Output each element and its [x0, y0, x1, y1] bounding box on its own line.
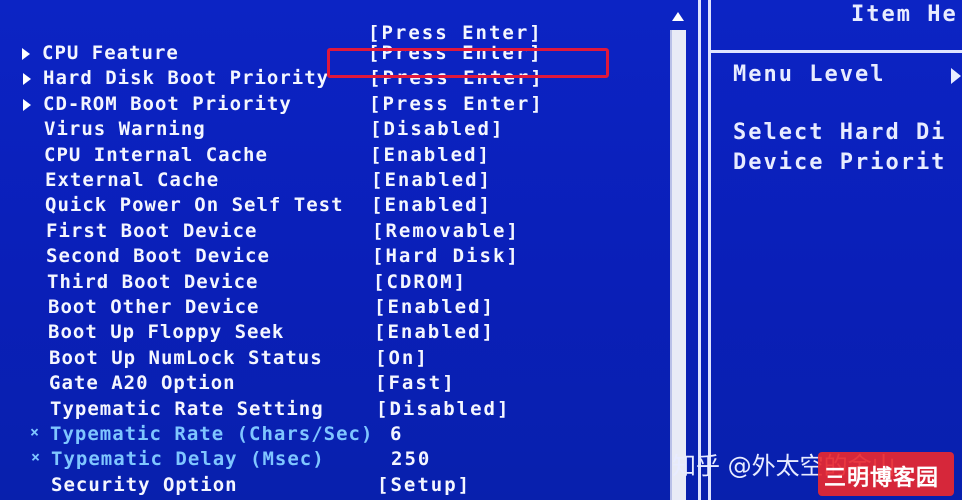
x-mark-icon: ×: [30, 423, 40, 441]
menu-row-value[interactable]: [Enabled]: [371, 194, 492, 216]
menu-row-label: Security Option: [51, 474, 238, 496]
menu-panel: [Press Enter] CPU Feature [Press Enter] Ha…: [4, 0, 701, 500]
menu-row[interactable]: Second Boot Device [Hard Disk]: [26, 245, 666, 269]
scrollbar[interactable]: [670, 30, 686, 500]
menu-row-value[interactable]: [Enabled]: [370, 144, 491, 166]
menu-row-value[interactable]: [Setup]: [377, 474, 471, 496]
help-text-line: Select Hard Di: [733, 120, 947, 145]
menu-row[interactable]: Typematic Rate Setting [Disabled]: [30, 398, 670, 422]
menu-row-label: Typematic Rate (Chars/Sec): [50, 423, 374, 445]
menu-row-value[interactable]: [Disabled]: [370, 118, 504, 140]
menu-row-value[interactable]: [Fast]: [375, 372, 456, 394]
menu-row[interactable]: Gate A20 Option [Fast]: [29, 372, 669, 396]
menu-row-value[interactable]: [Press Enter]: [369, 93, 544, 115]
menu-row[interactable]: Boot Other Device [Enabled]: [28, 296, 668, 320]
x-mark-icon: ×: [31, 448, 41, 466]
menu-row[interactable]: Third Boot Device [CDROM]: [27, 271, 667, 295]
selected-item-highlight: [327, 48, 609, 78]
menu-row[interactable]: Virus Warning [Disabled]: [24, 118, 664, 142]
menu-row-label: Boot Up Floppy Seek: [48, 321, 285, 343]
menu-row-value: [Press Enter]: [368, 22, 543, 44]
menu-row-label: CPU Internal Cache: [44, 144, 268, 166]
menu-row-label: Gate A20 Option: [49, 372, 236, 394]
menu-row[interactable]: × Typematic Rate (Chars/Sec) 6: [30, 423, 670, 447]
menu-row-label: Typematic Rate Setting: [50, 398, 324, 420]
help-title: Item He: [851, 2, 958, 27]
menu-row-label: External Cache: [45, 169, 220, 191]
menu-row-value[interactable]: [Hard Disk]: [372, 245, 520, 267]
submenu-arrow-icon: [23, 99, 31, 111]
menu-row[interactable]: Security Option [Setup]: [31, 474, 671, 498]
menu-row[interactable]: External Cache [Enabled]: [25, 169, 665, 193]
menu-row-value[interactable]: 250: [391, 448, 431, 470]
menu-row[interactable]: Quick Power On Self Test [Enabled]: [25, 194, 665, 218]
menu-row-label: CPU Feature: [42, 42, 179, 64]
menu-row-label: Quick Power On Self Test: [45, 194, 344, 216]
menu-row-label: Third Boot Device: [47, 271, 259, 293]
help-text-line: Device Priorit: [733, 150, 947, 175]
menu-row-value[interactable]: [Enabled]: [371, 169, 492, 191]
menu-row-label: CD-ROM Boot Priority: [43, 93, 292, 115]
menu-row[interactable]: First Boot Device [Removable]: [26, 220, 666, 244]
submenu-arrow-icon: [23, 73, 31, 85]
menu-level-arrow-icon: [951, 68, 961, 84]
menu-row-label: Hard Disk Boot Priority: [43, 67, 330, 89]
menu-row[interactable]: CD-ROM Boot Priority [Press Enter]: [23, 93, 663, 117]
menu-row-value[interactable]: [Removable]: [372, 220, 520, 242]
menu-row-label: Second Boot Device: [46, 245, 270, 267]
watermark-badge: 三明博客园: [818, 452, 954, 496]
bios-screen: [Press Enter] CPU Feature [Press Enter] Ha…: [0, 0, 962, 500]
menu-row[interactable]: Boot Up Floppy Seek [Enabled]: [28, 321, 668, 345]
help-panel: Item He Menu Level Select Hard Di Device…: [708, 0, 962, 500]
watermark-badge-text: 三明博客园: [824, 466, 940, 491]
menu-row-value[interactable]: [Enabled]: [374, 296, 495, 318]
menu-row-label: Virus Warning: [44, 118, 206, 140]
menu-row[interactable]: CPU Internal Cache [Enabled]: [24, 144, 664, 168]
menu-row-label: Typematic Delay (Msec): [51, 448, 325, 470]
menu-row-label: First Boot Device: [46, 220, 258, 242]
menu-row-value[interactable]: 6: [390, 423, 403, 445]
menu-row[interactable]: Boot Up NumLock Status [On]: [29, 347, 669, 371]
menu-row-label: Boot Other Device: [48, 296, 260, 318]
menu-row-value[interactable]: [On]: [375, 347, 429, 369]
menu-row-value[interactable]: [Enabled]: [374, 321, 495, 343]
scroll-up-icon[interactable]: [672, 12, 684, 21]
menu-row-value[interactable]: [CDROM]: [373, 271, 467, 293]
menu-row-label: Boot Up NumLock Status: [49, 347, 323, 369]
menu-row[interactable]: × Typematic Delay (Msec) 250: [31, 448, 671, 472]
submenu-arrow-icon: [22, 48, 30, 60]
menu-row-value[interactable]: [Disabled]: [376, 398, 510, 420]
help-header: Item He: [711, 0, 962, 53]
menu-level-label: Menu Level: [733, 62, 886, 87]
